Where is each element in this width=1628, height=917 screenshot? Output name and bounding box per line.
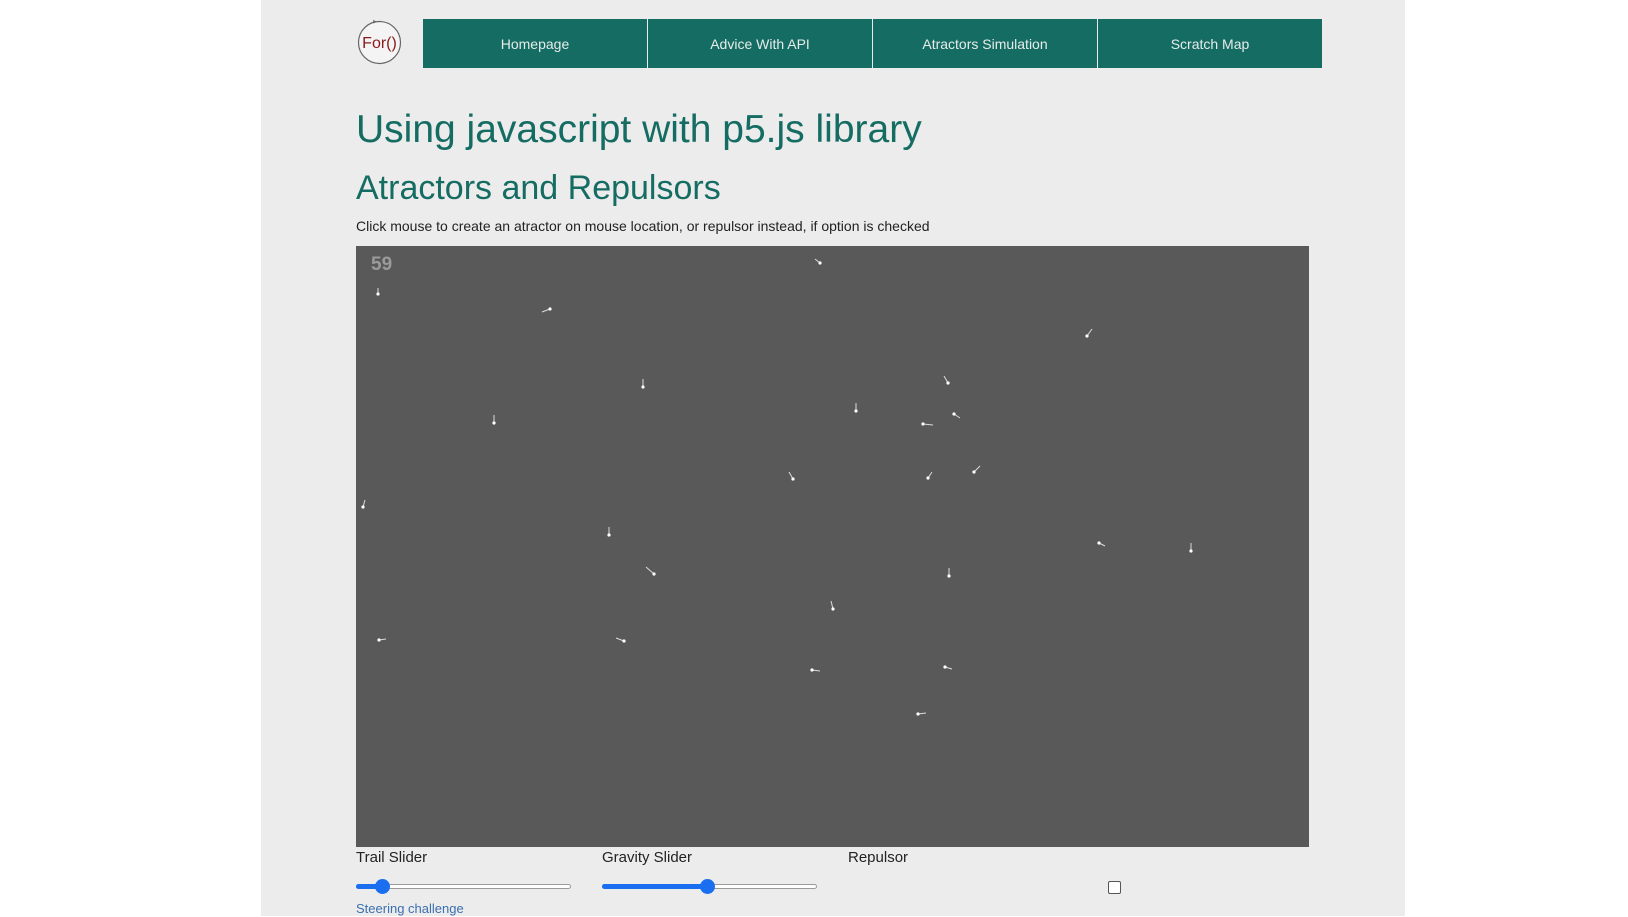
particle-dot — [376, 292, 380, 296]
particle — [943, 665, 953, 670]
particle-dot — [810, 668, 814, 672]
particle — [1189, 543, 1193, 553]
particle — [952, 412, 961, 419]
simulation-canvas[interactable]: 59 — [356, 246, 1309, 847]
particle — [926, 471, 933, 480]
particle-dot — [652, 572, 656, 576]
nav-homepage[interactable]: Homepage — [423, 19, 648, 68]
particle-dot — [548, 307, 552, 311]
gravity-slider-label: Gravity Slider — [602, 849, 693, 866]
particle-dot — [972, 470, 976, 474]
particle — [943, 375, 950, 385]
particle — [788, 471, 795, 481]
particle — [361, 499, 366, 509]
particle — [1085, 328, 1093, 338]
trail-slider-thumb[interactable] — [375, 879, 390, 894]
particle — [615, 637, 626, 643]
fps-counter: 59 — [371, 254, 393, 275]
particle-dot — [831, 607, 835, 611]
particle — [377, 638, 387, 642]
nav-scratch-map[interactable]: Scratch Map — [1098, 19, 1322, 68]
particle — [830, 600, 835, 611]
particle-dot — [1097, 541, 1101, 545]
steering-challenge-link[interactable]: Steering challenge — [356, 901, 464, 917]
page-container: For() Homepage Advice With API Atractors… — [261, 0, 1405, 916]
logo-icon: For() — [357, 20, 402, 65]
particle — [645, 566, 656, 576]
logo-text: For() — [362, 35, 397, 52]
particle-dot — [377, 638, 381, 642]
particle — [492, 415, 496, 425]
particle — [854, 403, 858, 413]
particle-dot — [791, 477, 795, 481]
particle-dot — [854, 409, 858, 413]
particle — [810, 668, 821, 672]
logo[interactable]: For() — [356, 19, 403, 66]
gravity-slider-fill — [602, 884, 707, 889]
particle-dot — [1085, 334, 1089, 338]
particle — [814, 258, 822, 265]
particle-dot — [361, 505, 365, 509]
repulsor-checkbox[interactable] — [1108, 881, 1121, 894]
particle — [376, 288, 380, 296]
particle-dot — [818, 261, 822, 265]
site-header: For() Homepage Advice With API Atractors… — [356, 19, 1322, 69]
particle-dot — [916, 712, 920, 716]
particle-dot — [943, 665, 947, 669]
particle-layer — [361, 258, 1193, 716]
particle-dot — [622, 639, 626, 643]
particle-dot — [946, 381, 950, 385]
particle-dot — [952, 412, 956, 416]
page-title: Using javascript with p5.js library — [356, 108, 922, 151]
particle — [607, 527, 611, 537]
nav-atractors-simulation[interactable]: Atractors Simulation — [873, 19, 1098, 68]
particle-dot — [641, 385, 645, 389]
particle — [921, 422, 934, 426]
particle-dot — [926, 476, 930, 480]
particle-dot — [607, 533, 611, 537]
particle — [972, 465, 981, 474]
section-title: Atractors and Repulsors — [356, 169, 721, 207]
particle-dot — [492, 421, 496, 425]
particle-dot — [1189, 549, 1193, 553]
particle-dot — [921, 422, 925, 426]
nav-advice-with-api[interactable]: Advice With API — [648, 19, 873, 68]
gravity-slider-thumb[interactable] — [700, 879, 715, 894]
particle — [1097, 541, 1106, 547]
main-nav: Homepage Advice With API Atractors Simul… — [423, 19, 1322, 68]
trail-slider[interactable] — [356, 879, 571, 895]
particle — [916, 712, 927, 716]
gravity-slider[interactable] — [602, 879, 817, 895]
instruction-text: Click mouse to create an atractor on mou… — [356, 218, 930, 234]
particle — [947, 568, 951, 578]
particle — [641, 379, 645, 389]
particle — [541, 307, 552, 313]
repulsor-label: Repulsor — [848, 849, 909, 866]
trail-slider-label: Trail Slider — [356, 849, 428, 866]
particle-dot — [947, 574, 951, 578]
